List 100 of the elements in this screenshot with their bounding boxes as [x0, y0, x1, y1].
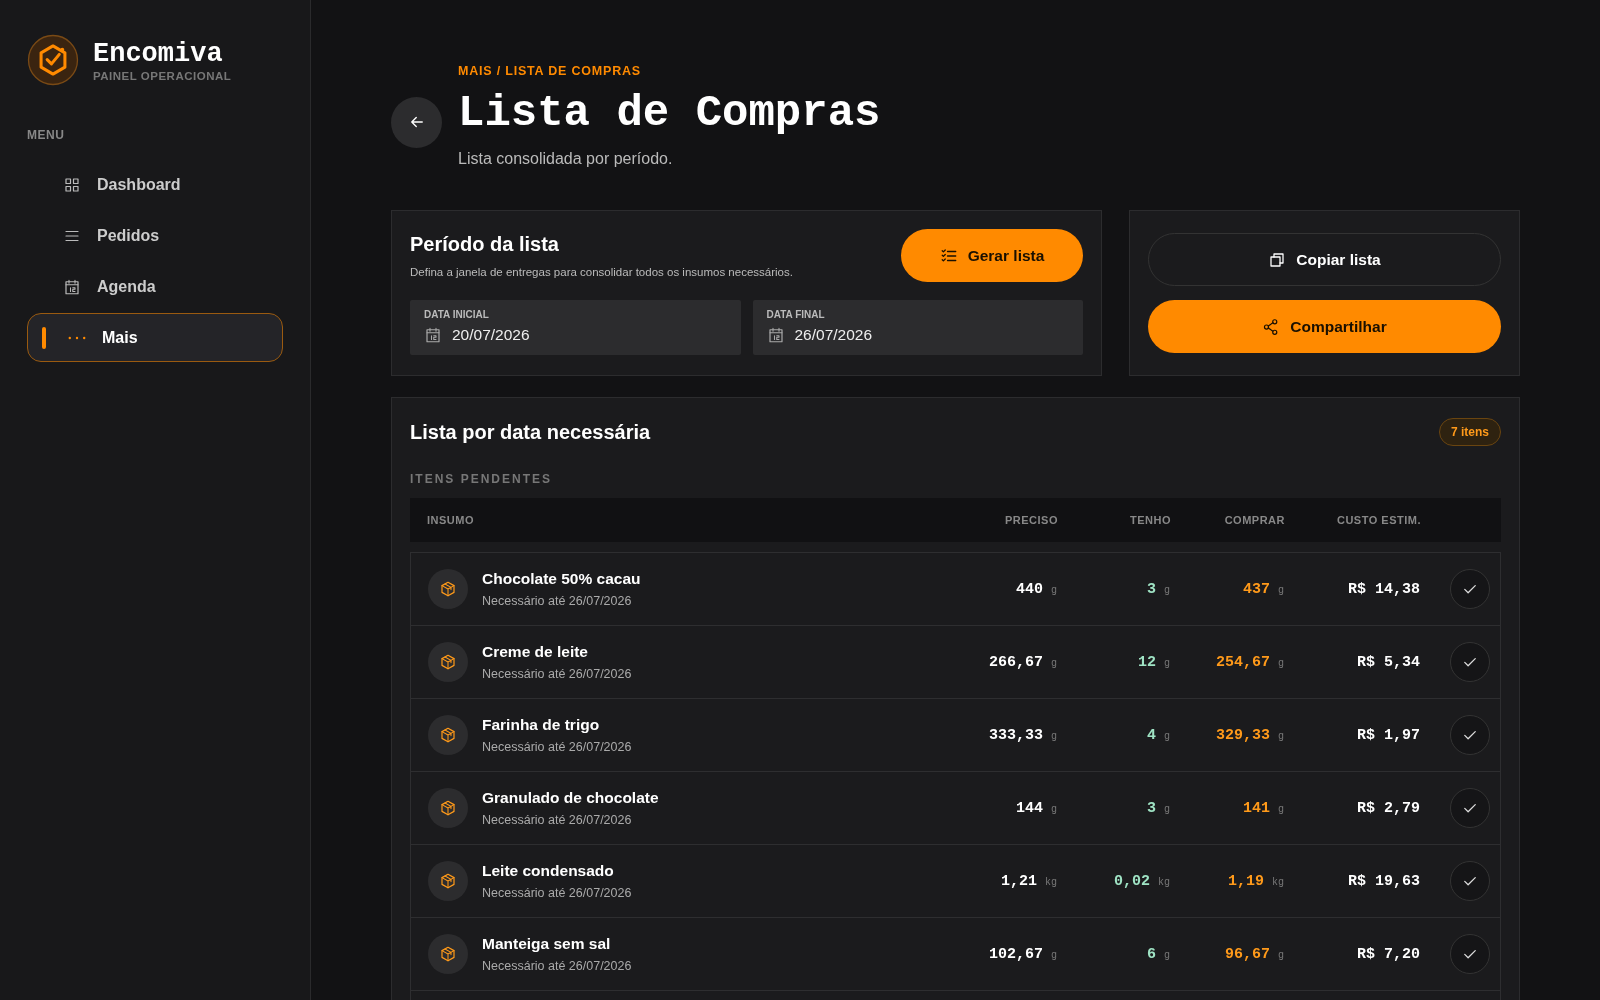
copy-icon: [1268, 250, 1287, 269]
unit-label: g: [1051, 657, 1057, 669]
column-header: CUSTO ESTIM.: [1335, 514, 1421, 526]
box-icon: [439, 945, 457, 963]
calendar-icon: [63, 277, 81, 296]
box-icon: [439, 726, 457, 744]
quantity-value: 12: [1137, 653, 1156, 671]
item-due-date: Necessário até 26/07/2026: [482, 667, 632, 681]
item-due-date: Necessário até 26/07/2026: [482, 594, 633, 608]
quantity-value: 102,67: [988, 945, 1043, 963]
unit-label: g: [1164, 803, 1170, 815]
page-title: Lista de Compras: [458, 88, 881, 138]
back-button[interactable]: [391, 96, 442, 148]
grid-icon: [63, 175, 81, 194]
item-name: Manteiga sem sal: [482, 935, 612, 953]
checklist-icon: [939, 246, 958, 265]
breadcrumb: MAIS / LISTA DE COMPRAS: [458, 64, 642, 78]
unit-label: g: [1278, 657, 1284, 669]
unit-label: g: [1164, 730, 1170, 742]
field-label: DATA FINAL: [766, 309, 826, 320]
unit-label: g: [1278, 803, 1284, 815]
quantity-value: 333,33: [988, 726, 1043, 744]
column-header: INSUMO: [426, 514, 475, 526]
unit-label: kg: [1272, 876, 1284, 888]
date-value: 26/07/2026: [794, 326, 873, 344]
quantity-value: 266,67: [988, 653, 1043, 671]
item-due-date: Necessário até 26/07/2026: [482, 740, 632, 754]
calendar-icon: [766, 326, 785, 344]
quantity-value: 4: [1146, 726, 1156, 744]
quantity-value: 6: [1146, 945, 1156, 963]
unit-label: g: [1051, 730, 1057, 742]
box-icon: [439, 872, 457, 890]
mark-bought-button[interactable]: [1450, 861, 1490, 901]
item-name: Farinha de trigo: [482, 716, 601, 734]
quantity-value: 96,67: [1224, 945, 1270, 963]
section-heading: ITENS PENDENTES: [410, 472, 554, 486]
mark-bought-button[interactable]: [1450, 934, 1490, 974]
unit-label: g: [1164, 584, 1170, 596]
quantity-value: 144: [1015, 799, 1043, 817]
sidebar-item[interactable]: Pedidos: [27, 211, 283, 260]
column-header: TENHO: [1129, 514, 1171, 526]
cost-value: R$ 14,38: [1347, 580, 1420, 598]
unit-label: g: [1051, 949, 1057, 961]
item-name: Leite condensado: [482, 862, 615, 880]
share-button[interactable]: Compartilhar: [1148, 300, 1501, 353]
cost-value: R$ 5,34: [1356, 653, 1420, 671]
sidebar-item[interactable]: Mais: [27, 313, 283, 362]
quantity-value: 0,02: [1113, 872, 1150, 890]
quantity-value: 1,21: [1000, 872, 1037, 890]
column-header: COMPRAR: [1223, 514, 1285, 526]
card-description: Defina a janela de entregas para consolidar todos os insumos necessários.: [410, 266, 793, 278]
mark-bought-button[interactable]: [1450, 642, 1490, 682]
unit-label: g: [1278, 949, 1284, 961]
logo-icon: [27, 34, 79, 86]
item-name: Granulado de chocolate: [482, 789, 659, 807]
unit-label: g: [1051, 803, 1057, 815]
unit-label: kg: [1158, 876, 1170, 888]
quantity-value: 3: [1146, 580, 1156, 598]
quantity-value: 3: [1146, 799, 1156, 817]
quantity-value: 254,67: [1215, 653, 1270, 671]
unit-label: g: [1164, 657, 1170, 669]
item-due-date: Necessário até 26/07/2026: [482, 886, 632, 900]
quantity-value: 329,33: [1215, 726, 1270, 744]
item-due-date: Necessário até 26/07/2026: [482, 813, 633, 827]
box-icon: [439, 653, 457, 671]
cost-value: R$ 7,20: [1356, 945, 1420, 963]
card-title: Lista por data necessária: [410, 420, 651, 444]
count-badge: 7 itens: [1439, 418, 1501, 446]
brand-tagline: PAINEL OPERACIONAL: [93, 69, 232, 82]
cost-value: R$ 2,79: [1356, 799, 1420, 817]
unit-label: g: [1164, 949, 1170, 961]
item-name: Creme de leite: [482, 643, 589, 661]
mark-bought-button[interactable]: [1450, 569, 1490, 609]
calendar-icon: [424, 326, 442, 344]
quantity-value: 1,19: [1227, 872, 1264, 890]
generate-list-button[interactable]: Gerar lista: [901, 229, 1083, 282]
quantity-value: 437: [1242, 580, 1270, 598]
field-label: DATA INICIAL: [424, 309, 490, 320]
box-icon: [439, 580, 457, 598]
more-icon: [68, 335, 86, 340]
mark-bought-button[interactable]: [1450, 715, 1490, 755]
sidebar-item[interactable]: Agenda: [27, 262, 283, 311]
box-icon: [439, 799, 457, 817]
cost-value: R$ 1,97: [1356, 726, 1420, 744]
quantity-value: 440: [1015, 580, 1043, 598]
item-due-date: Necessário até 26/07/2026: [482, 959, 632, 973]
menu-heading: MENU: [27, 128, 66, 142]
unit-label: g: [1278, 730, 1284, 742]
page-subtitle: Lista consolidada por período.: [458, 150, 674, 168]
column-header: PRECISO: [1004, 514, 1058, 526]
mark-bought-button[interactable]: [1450, 788, 1490, 828]
sidebar-item[interactable]: Dashboard: [27, 160, 283, 209]
date-value: 20/07/2026: [452, 326, 530, 344]
card-title: Período da lista: [410, 233, 560, 256]
unit-label: kg: [1045, 876, 1057, 888]
unit-label: g: [1051, 584, 1057, 596]
item-name: Chocolate 50% cacau: [482, 570, 641, 588]
brand-name: Encomiva: [93, 38, 224, 69]
unit-label: g: [1278, 584, 1284, 596]
copy-list-button[interactable]: Copiar lista: [1148, 233, 1501, 286]
